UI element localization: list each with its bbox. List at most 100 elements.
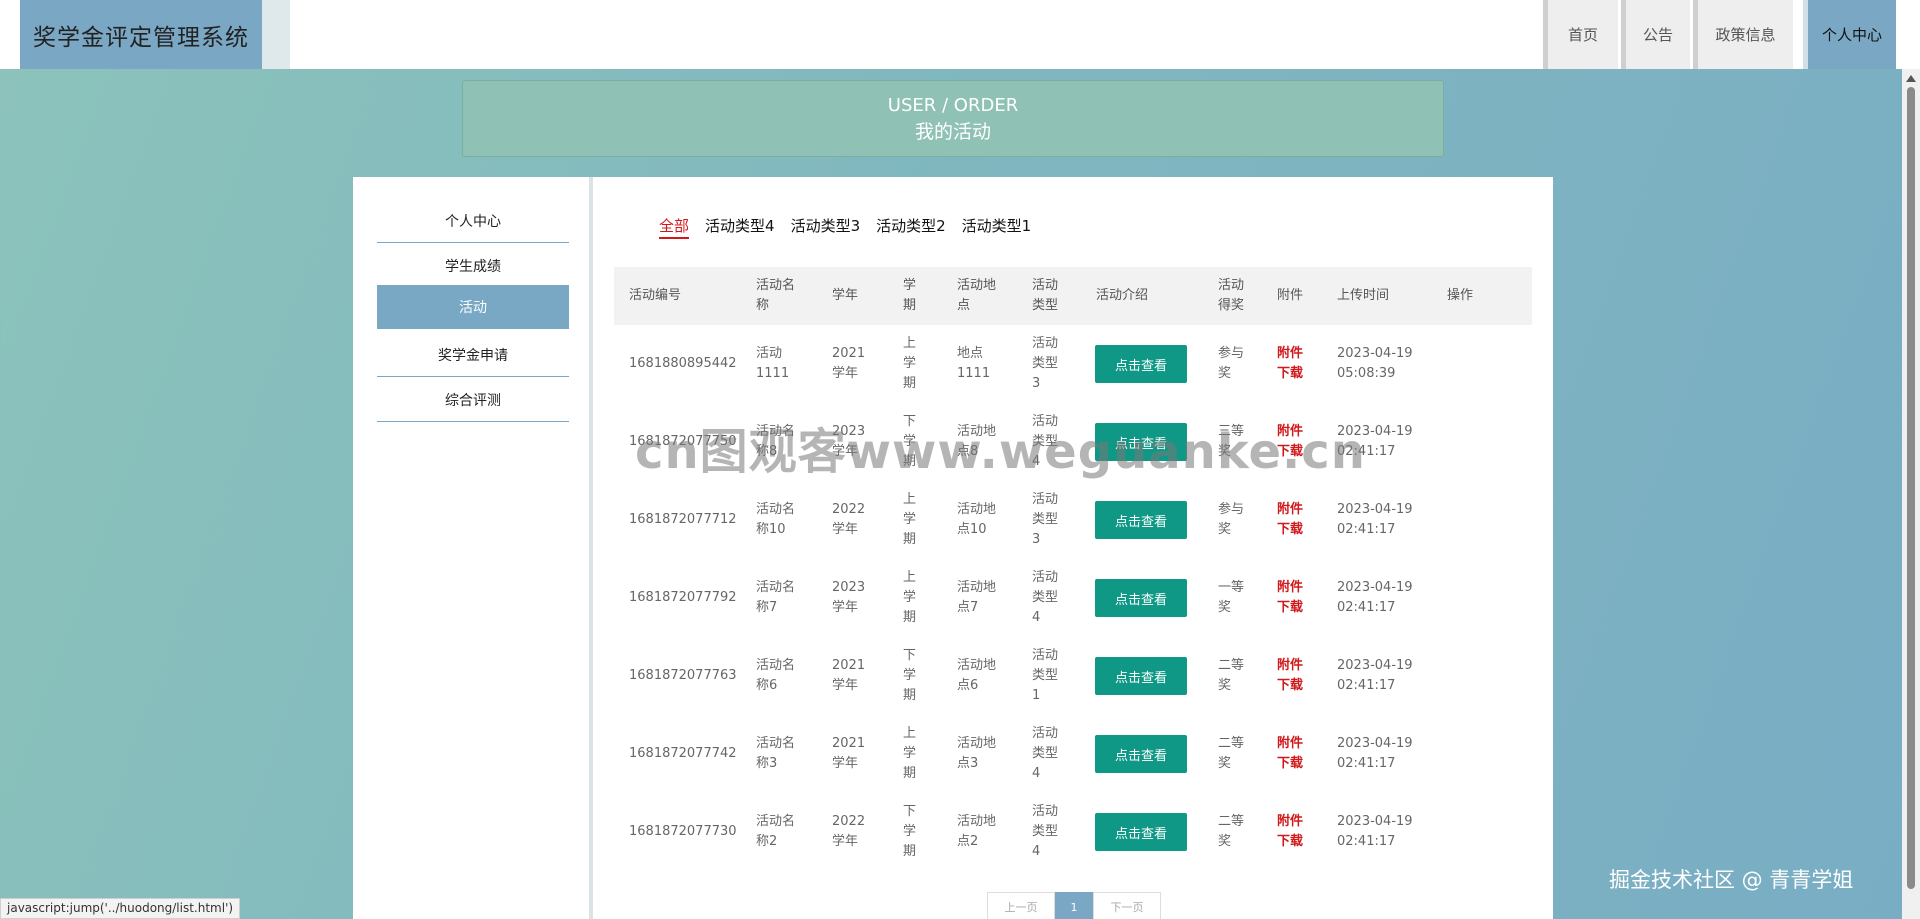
cell-name: 活动名称3 — [756, 736, 796, 771]
sidebar-item-activity[interactable]: 活动 — [377, 285, 569, 329]
view-intro-button[interactable]: 点击查看 — [1095, 813, 1187, 851]
cell-type: 活动类型1 — [1032, 648, 1059, 703]
sidebar-item-personal-center[interactable]: 个人中心 — [377, 199, 569, 243]
sidebar-item-scholarship-application[interactable]: 奖学金申请 — [377, 333, 569, 377]
watermark-text: cn图观客www.weguanke.cn — [635, 424, 1366, 480]
col-header-term: 学期 — [903, 278, 917, 313]
cell-type: 活动类型3 — [1032, 336, 1059, 391]
status-bar-url: javascript:jump('../huodong/list.html') — [0, 898, 241, 919]
prev-page-button[interactable]: 上一页 — [987, 892, 1055, 919]
table-row: 1681872077763 活动名称6 2021学年 下学期 活动地点6 活动类… — [614, 637, 1532, 715]
col-header-award: 活动得奖 — [1218, 278, 1245, 313]
view-intro-button[interactable]: 点击查看 — [1095, 345, 1187, 383]
cell-place: 活动地点10 — [957, 502, 997, 537]
view-intro-button[interactable]: 点击查看 — [1095, 735, 1187, 773]
app-logo[interactable]: 奖学金评定管理系统 — [20, 0, 276, 69]
col-header-place: 活动地点 — [957, 278, 997, 313]
activity-table: 活动编号 活动名称 学年 学期 活动地点 活动类型 活动介绍 活动得奖 附件 上… — [614, 267, 1532, 871]
cell-time: 2023-04-19 02:41:17 — [1337, 814, 1413, 849]
cell-year: 2021学年 — [832, 736, 866, 771]
sidebar: 个人中心 学生成绩 活动 奖学金申请 综合评测 — [353, 177, 593, 919]
next-page-button[interactable]: 下一页 — [1093, 892, 1161, 919]
sidebar-item-evaluation[interactable]: 综合评测 — [377, 378, 569, 422]
scroll-thumb[interactable] — [1907, 87, 1915, 889]
nav-policy-label: 政策信息 — [1715, 26, 1776, 44]
table-row: 1681872077742 活动名称3 2021学年 上学期 活动地点3 活动类… — [614, 715, 1532, 793]
col-header-type: 活动类型 — [1032, 278, 1059, 313]
scroll-up-arrow-icon[interactable] — [1906, 75, 1916, 82]
col-header-attachment: 附件 — [1277, 288, 1304, 303]
download-attachment-link[interactable]: 附件下载 — [1277, 578, 1307, 618]
view-intro-button[interactable]: 点击查看 — [1095, 579, 1187, 617]
cell-time: 2023-04-19 02:41:17 — [1337, 736, 1413, 771]
cell-id: 1681872077763 — [629, 668, 737, 683]
sidebar-item-label: 综合评测 — [445, 392, 501, 409]
cell-name: 活动名称7 — [756, 580, 796, 615]
cell-year: 2021学年 — [832, 658, 866, 693]
tab-type-3[interactable]: 活动类型3 — [791, 215, 861, 239]
tab-type-1[interactable]: 活动类型1 — [962, 215, 1032, 239]
view-intro-button[interactable]: 点击查看 — [1095, 501, 1187, 539]
tab-type-2[interactable]: 活动类型2 — [876, 215, 946, 239]
cell-place: 活动地点2 — [957, 814, 997, 849]
cell-term: 下学期 — [903, 648, 917, 703]
cell-name: 活动1111 — [756, 346, 790, 381]
cell-term: 上学期 — [903, 570, 917, 625]
cell-term: 上学期 — [903, 492, 917, 547]
download-attachment-link[interactable]: 附件下载 — [1277, 734, 1307, 774]
cell-id: 1681872077742 — [629, 746, 737, 761]
page-scrollbar[interactable] — [1902, 69, 1920, 919]
nav-personal-center-label: 个人中心 — [1821, 26, 1882, 44]
cell-term: 上学期 — [903, 726, 917, 781]
cell-name: 活动名称10 — [756, 502, 796, 537]
cell-award: 二等奖 — [1218, 736, 1245, 771]
cell-id: 1681880895442 — [629, 356, 737, 371]
download-attachment-link[interactable]: 附件下载 — [1277, 344, 1307, 384]
nav-home-label: 首页 — [1567, 26, 1598, 44]
cell-type: 活动类型3 — [1032, 492, 1059, 547]
nav-personal-center[interactable]: 个人中心 — [1803, 0, 1896, 69]
main-panel: 个人中心 学生成绩 活动 奖学金申请 综合评测 全部 活动类型4 活动类型3 活… — [353, 177, 1553, 919]
cell-place: 活动地点3 — [957, 736, 997, 771]
sidebar-item-label: 个人中心 — [445, 213, 501, 230]
tab-type-4[interactable]: 活动类型4 — [705, 215, 775, 239]
cell-id: 1681872077792 — [629, 590, 737, 605]
cell-award: 一等奖 — [1218, 580, 1245, 615]
cell-award: 参与奖 — [1218, 346, 1245, 381]
cell-award: 参与奖 — [1218, 502, 1245, 537]
page-title: 我的活动 — [914, 120, 991, 143]
download-attachment-link[interactable]: 附件下载 — [1277, 500, 1307, 540]
cell-award: 二等奖 — [1218, 814, 1245, 849]
page-banner: USER / ORDER 我的活动 — [462, 80, 1444, 157]
cell-place: 活动地点6 — [957, 658, 997, 693]
nav-home[interactable]: 首页 — [1543, 0, 1618, 69]
col-header-intro: 活动介绍 — [1096, 288, 1149, 303]
sidebar-item-label: 学生成绩 — [445, 258, 501, 275]
cell-year: 2021学年 — [832, 346, 866, 381]
app-title: 奖学金评定管理系统 — [33, 24, 249, 51]
download-attachment-link[interactable]: 附件下载 — [1277, 656, 1307, 696]
tab-all[interactable]: 全部 — [659, 215, 690, 239]
sidebar-item-label: 奖学金申请 — [438, 347, 508, 364]
sidebar-item-label: 活动 — [459, 300, 487, 316]
current-page-button[interactable]: 1 — [1055, 892, 1093, 919]
cell-type: 活动类型4 — [1032, 804, 1059, 859]
download-attachment-link[interactable]: 附件下载 — [1277, 812, 1307, 852]
banner-subtitle: USER / ORDER — [887, 94, 1019, 116]
nav-policy[interactable]: 政策信息 — [1693, 0, 1793, 69]
nav-notice[interactable]: 公告 — [1621, 0, 1690, 69]
col-header-year: 学年 — [832, 288, 859, 303]
divider — [276, 0, 290, 69]
view-intro-button[interactable]: 点击查看 — [1095, 657, 1187, 695]
table-row: 1681872077712 活动名称10 2022学年 上学期 活动地点10 活… — [614, 481, 1532, 559]
table-row: 1681872077730 活动名称2 2022学年 下学期 活动地点2 活动类… — [614, 793, 1532, 871]
cell-year: 2023学年 — [832, 580, 866, 615]
col-header-action: 操作 — [1447, 288, 1474, 303]
col-header-name: 活动名称 — [756, 278, 796, 313]
category-tabs: 全部 活动类型4 活动类型3 活动类型2 活动类型1 — [659, 215, 1031, 239]
cell-time: 2023-04-19 02:41:17 — [1337, 658, 1413, 693]
table-row: 1681880895442 活动1111 2021学年 上学期 地点1111 活… — [614, 325, 1532, 403]
cell-time: 2023-04-19 02:41:17 — [1337, 580, 1413, 615]
table-row: 1681872077792 活动名称7 2023学年 上学期 活动地点7 活动类… — [614, 559, 1532, 637]
sidebar-item-student-grades[interactable]: 学生成绩 — [377, 244, 569, 288]
